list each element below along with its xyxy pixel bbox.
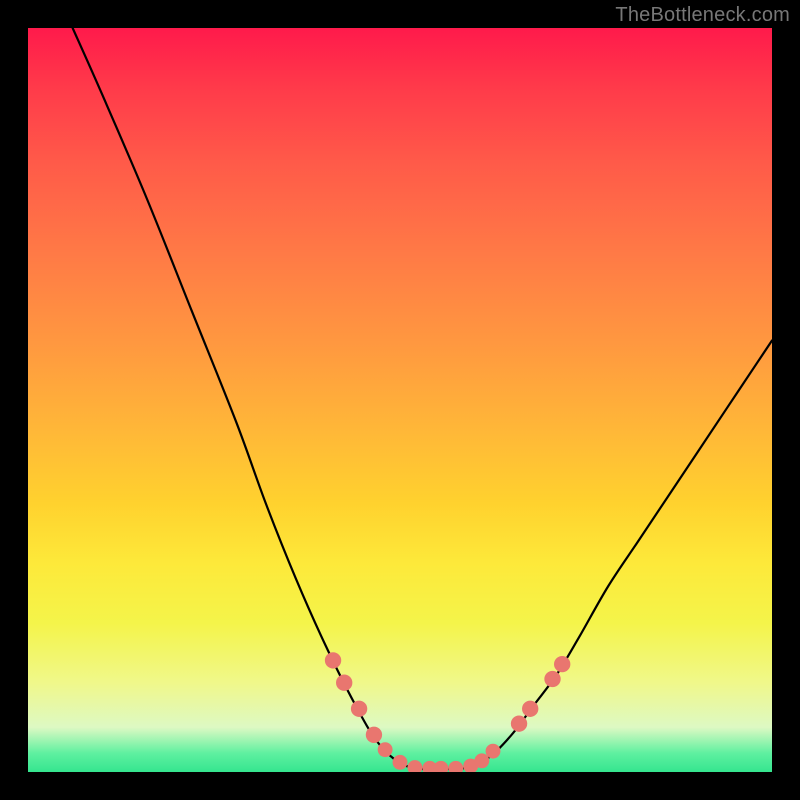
data-marker	[378, 742, 393, 757]
data-marker	[554, 656, 570, 672]
data-marker	[336, 675, 352, 691]
data-marker	[433, 761, 448, 772]
data-marker	[366, 727, 382, 743]
bottleneck-curve	[73, 28, 772, 770]
data-marker	[351, 701, 367, 717]
data-marker	[393, 755, 408, 770]
data-marker	[407, 760, 422, 772]
chart-svg	[28, 28, 772, 772]
data-marker	[522, 701, 538, 717]
chart-frame: TheBottleneck.com	[0, 0, 800, 800]
data-marker	[544, 671, 560, 687]
plot-area	[28, 28, 772, 772]
data-marker	[325, 652, 341, 668]
data-marker	[511, 715, 527, 731]
data-marker	[486, 744, 501, 759]
watermark-label: TheBottleneck.com	[615, 4, 790, 27]
data-marker	[448, 761, 463, 772]
